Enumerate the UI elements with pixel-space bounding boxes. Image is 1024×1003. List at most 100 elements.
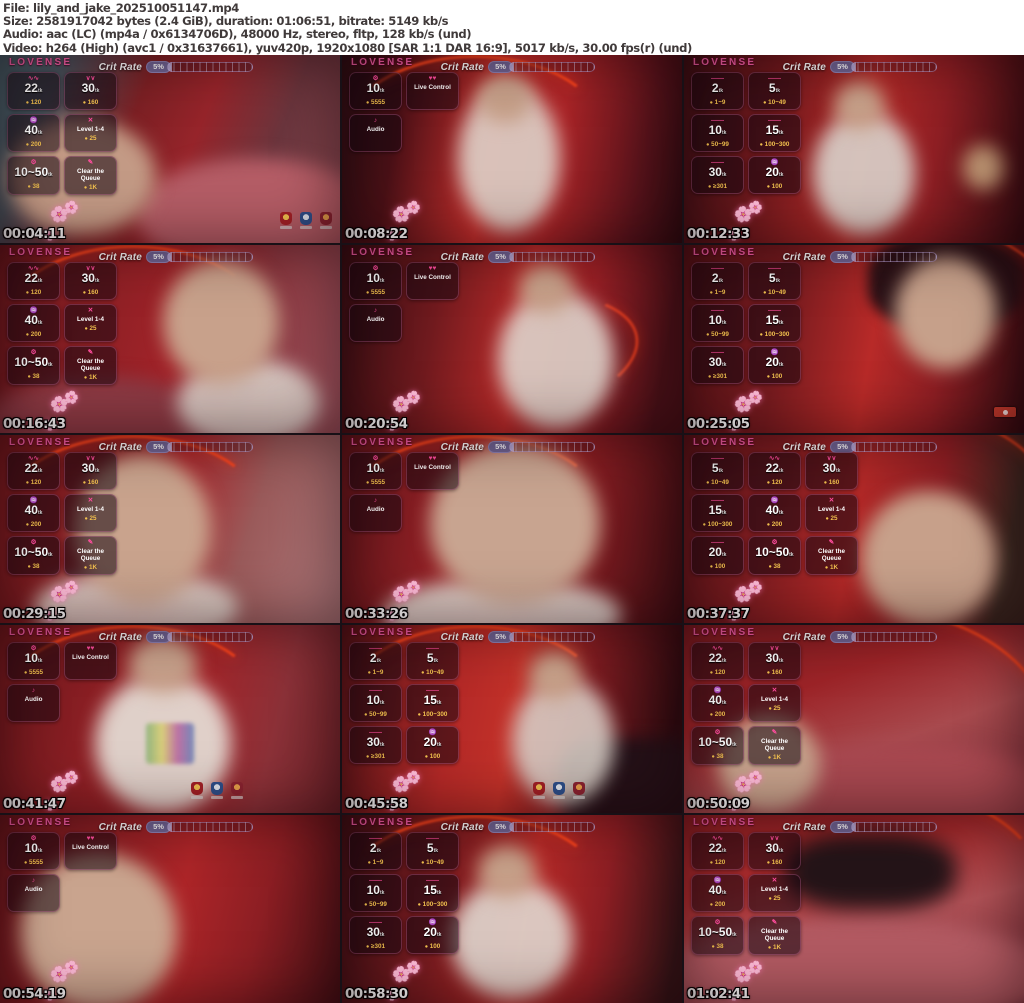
timestamp-label: 00:41:47 — [3, 796, 66, 812]
tip-action-label: Live Control — [414, 274, 451, 281]
tip-count: ● 1K — [83, 374, 98, 381]
tip-amount: 15tk — [765, 123, 784, 137]
tip-menu-panel: ―― 5tk ● 10~49 ∿∿ 22tk ● 120 ∨∨ 30tk ● 160 ―― 15tk… — [691, 452, 858, 575]
tip-count: ● 5555 — [23, 669, 44, 676]
tip-menu-panel: ⚙ 10tk ● 5555 ♥♥ Live Control ♪ Audio — [349, 72, 459, 152]
video-thumbnail: LOVENSE Crit Rate 5% ∿∿ 22tk ● 120 ∨∨ 30tk ● … — [0, 55, 340, 243]
tip-cell-icon: ✕ — [87, 307, 94, 314]
token-unit: tk — [379, 278, 385, 284]
tip-menu-cell: ♥♥ Live Control — [64, 832, 117, 870]
token-unit: tk — [778, 130, 784, 136]
crit-rate-label: Crit Rate — [440, 821, 485, 833]
token-unit: tk — [94, 88, 100, 94]
token-unit: tk — [718, 278, 724, 284]
tip-count: ● 120 — [25, 479, 42, 486]
tee-graphic-shape — [146, 722, 194, 765]
tip-action-label: Clear the Queue — [761, 738, 788, 752]
timestamp-label: 00:33:26 — [345, 606, 408, 622]
tip-action-label: Clear the Queue — [818, 548, 845, 562]
tip-amount: 5tk — [768, 271, 781, 285]
tip-menu-cell: ―― 30tk ● ≥301 — [691, 156, 744, 194]
tip-menu-panel: ⚙ 10tk ● 5555 ♥♥ Live Control ♪ Audio — [7, 832, 117, 912]
tip-count: ● 1~9 — [709, 99, 726, 106]
tip-menu-cell: ♥♥ Live Control — [406, 72, 459, 110]
token-unit: tk — [436, 890, 442, 896]
lovense-logo: LOVENSE — [351, 247, 415, 258]
tip-menu-cell: ―― 15tk ● 100~300 — [406, 684, 459, 722]
token-unit: tk — [379, 468, 385, 474]
timestamp-label: 00:20:54 — [345, 416, 408, 432]
tip-count: ● 160 — [823, 479, 840, 486]
token-unit: tk — [48, 172, 53, 178]
tip-count: ● 200 — [709, 901, 726, 908]
tip-amount: 22tk — [708, 651, 727, 665]
rank-badge-icon — [532, 782, 545, 801]
tip-count: ● 10~49 — [421, 859, 444, 866]
tip-amount: 20tk — [423, 735, 442, 749]
lovense-logo: LOVENSE — [351, 57, 415, 68]
tip-cell-icon: ✎ — [828, 539, 835, 546]
crit-rate-widget: Crit Rate 5% — [783, 61, 937, 73]
video-thumbnail: LOVENSE Crit Rate 5% ∿∿ 22tk ● 120 ∨∨ 30tk ● … — [0, 435, 340, 623]
crit-rate-label: Crit Rate — [782, 631, 827, 643]
tip-amount: 15tk — [708, 503, 727, 517]
token-unit: tk — [379, 890, 385, 896]
rank-badge-icon — [572, 782, 585, 801]
token-unit: tk — [721, 130, 727, 136]
crit-rate-widget: Crit Rate 5% — [783, 631, 937, 643]
tip-menu-cell: ♒ 20tk ● 100 — [748, 156, 801, 194]
timestamp-label: 00:58:30 — [345, 986, 408, 1002]
tip-menu-panel: ∿∿ 22tk ● 120 ∨∨ 30tk ● 160 ♒ 40tk ● 200 ✕ Level 1… — [7, 72, 117, 195]
tip-menu-cell: ⚙ 10~50tk ● 38 — [691, 726, 744, 765]
tip-count: ● ≥301 — [365, 753, 386, 760]
tip-amount: 30tk — [822, 461, 841, 475]
crit-rate-widget: Crit Rate 5% — [99, 251, 253, 263]
tip-amount: 40tk — [708, 693, 727, 707]
face-shape — [518, 263, 574, 313]
tip-amount: 30tk — [81, 271, 100, 285]
crit-rate-progress-bar — [166, 442, 253, 452]
tip-cell-icon: ✎ — [87, 539, 94, 546]
tip-menu-cell: ∿∿ 22tk ● 120 — [748, 452, 801, 490]
lovense-logo: LOVENSE — [351, 817, 415, 828]
tip-amount: 10~50tk — [14, 545, 53, 559]
face-shape — [129, 636, 198, 693]
tip-count: ● 1~9 — [367, 859, 384, 866]
tip-menu-cell: ♒ 40tk ● 200 — [691, 684, 744, 722]
lovense-logo: LOVENSE — [9, 817, 73, 828]
video-thumbnail: LOVENSE Crit Rate 5% ⚙ 10tk ● 5555 ♥♥ Live C… — [342, 245, 682, 433]
tip-menu-panel: ∿∿ 22tk ● 120 ∨∨ 30tk ● 160 ♒ 40tk ● 200 ✕ Level 1… — [691, 642, 801, 765]
tip-menu-cell: ―― 15tk ● 100~300 — [748, 114, 801, 152]
tip-count: ● 50~99 — [364, 901, 387, 908]
timestamp-label: 00:50:09 — [687, 796, 750, 812]
tip-amount: 10tk — [24, 841, 43, 855]
file-metadata-header: File: lily_and_jake_202510051147.mp4 Siz… — [0, 0, 1024, 55]
token-unit: tk — [48, 552, 53, 558]
tip-menu-cell: ―― 10tk ● 50~99 — [691, 114, 744, 152]
tip-menu-cell: ♒ 20tk ● 100 — [406, 916, 459, 954]
tip-menu-cell: ―― 10tk ● 50~99 — [349, 684, 402, 722]
tip-menu-cell: ⚙ 10tk ● 5555 — [7, 642, 60, 680]
token-unit: tk — [48, 362, 53, 368]
tip-menu-cell: ✎ Clear the Queue ● 1K — [64, 346, 117, 385]
timestamp-label: 00:25:05 — [687, 416, 750, 432]
tip-menu-cell: ∨∨ 30tk ● 160 — [748, 832, 801, 870]
tip-count: ● 10~49 — [763, 99, 786, 106]
tip-menu-cell: ♪ Audio — [7, 684, 60, 722]
tip-menu-cell: ✕ Level 1-4 ● 25 — [64, 494, 117, 532]
tip-count: ● 120 — [25, 289, 42, 296]
tip-menu-cell: ∨∨ 30tk ● 160 — [64, 452, 117, 490]
tip-menu-cell: ∿∿ 22tk ● 120 — [7, 72, 60, 110]
tip-menu-cell: ―― 15tk ● 100~300 — [691, 494, 744, 532]
tip-action-label: Level 1-4 — [77, 126, 104, 133]
timestamp-label: 00:45:58 — [345, 796, 408, 812]
tip-count: ● 38 — [27, 373, 40, 380]
face-shape — [894, 256, 997, 370]
rank-badge-icon — [230, 782, 243, 801]
tip-amount: 10tk — [366, 883, 385, 897]
tip-amount: 10~50tk — [698, 735, 737, 749]
token-unit: tk — [436, 742, 442, 748]
tip-amount: 10~50tk — [14, 165, 53, 179]
tip-menu-cell: ―― 2tk ● 1~9 — [691, 72, 744, 110]
tip-cell-icon: ♪ — [31, 687, 36, 694]
